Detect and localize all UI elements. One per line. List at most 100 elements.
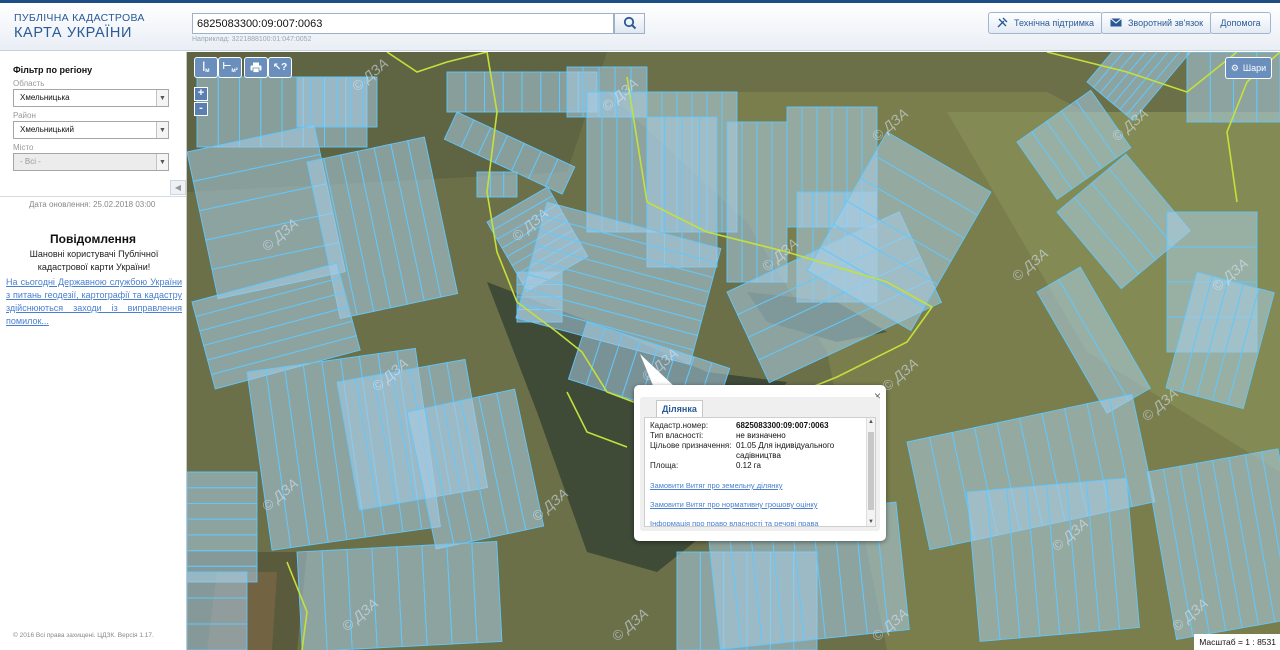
parcel[interactable]: [586, 91, 603, 233]
search-hint: Наприклад: 3221888100:01:047:0052: [192, 36, 312, 43]
logo-line-1: ПУБЛІЧНА КАДАСТРОВА: [14, 12, 145, 24]
scrollbar-thumb[interactable]: [868, 432, 874, 510]
parcel[interactable]: [336, 76, 351, 128]
parcel[interactable]: [741, 121, 758, 283]
ruler-icon: |м: [202, 61, 210, 74]
parcel[interactable]: [187, 487, 258, 504]
parcel[interactable]: [187, 550, 258, 567]
parcel[interactable]: [187, 502, 258, 520]
parcel[interactable]: [446, 71, 467, 113]
chevron-left-icon: ◀: [174, 183, 182, 192]
printer-icon: [250, 62, 262, 73]
parcel[interactable]: [471, 541, 503, 644]
notice-link[interactable]: На сьогодні Державною службою України з …: [6, 276, 182, 328]
chevron-down-icon: ▼: [156, 154, 168, 170]
parcel[interactable]: [489, 171, 505, 198]
sidebar: Фільтр по регіону Область Хмельницька ▼ …: [0, 52, 187, 650]
parcel[interactable]: [503, 171, 518, 198]
detail-key: Цільове призначення:: [650, 441, 732, 450]
tab-parcel[interactable]: Ділянка: [656, 400, 703, 417]
order-extract-link[interactable]: Замовити Витяг про земельну ділянку: [650, 481, 783, 490]
pointer-help-icon: ↖?: [272, 62, 288, 73]
help-button[interactable]: Допомога: [1210, 12, 1271, 34]
search-button[interactable]: [614, 13, 645, 34]
parcel[interactable]: [465, 71, 485, 113]
app-logo[interactable]: ПУБЛІЧНА КАДАСТРОВА КАРТА УКРАЇНИ: [14, 13, 145, 40]
popup-body: Ділянка Кадастр.номер: 6825083300:09:007…: [640, 397, 880, 531]
chevron-down-icon[interactable]: ▼: [867, 519, 875, 525]
popup-scrollbar[interactable]: ▲ ▼: [866, 418, 875, 526]
parcel[interactable]: [616, 91, 633, 233]
tech-support-label: Технічна підтримка: [1014, 18, 1095, 28]
parcel[interactable]: [187, 571, 248, 599]
measure-line-button[interactable]: |м: [194, 57, 218, 78]
city-label: Місто: [13, 143, 34, 152]
detail-value: 6825083300:09:007:0063: [736, 421, 829, 430]
region-label: Область: [13, 79, 45, 88]
zoom-out-button[interactable]: -: [194, 102, 208, 116]
zoom-in-button[interactable]: +: [194, 87, 208, 101]
parcel-group[interactable]: [476, 171, 518, 198]
print-button[interactable]: [244, 57, 268, 78]
parcel[interactable]: [296, 76, 311, 128]
feedback-label: Зворотний зв'язок: [1128, 18, 1204, 28]
parcel[interactable]: [187, 534, 258, 552]
parcel[interactable]: [502, 71, 523, 113]
search-icon: [623, 16, 637, 30]
measure-area-button[interactable]: ⊢м²: [218, 57, 242, 78]
identify-button[interactable]: ↖?: [268, 57, 292, 78]
district-label: Район: [13, 111, 36, 120]
detail-value: 01.05 Для індивідуального садівництва: [736, 441, 835, 460]
detail-value: 0.12 га: [736, 461, 761, 470]
detail-key: Кадастр.номер:: [650, 421, 709, 430]
copyright: © 2016 Всі права захищені. ЦДЗК. Версія …: [13, 632, 154, 639]
district-select[interactable]: Хмельницький ▼: [13, 121, 169, 139]
parcel-info-popup: × Ділянка Кадастр.номер: 6825083300:09:0…: [634, 385, 886, 541]
filter-title: Фільтр по регіону: [13, 65, 93, 75]
layers-button[interactable]: ⚙ Шари: [1225, 57, 1272, 79]
region-select[interactable]: Хмельницька ▼: [13, 89, 169, 107]
parcel[interactable]: [676, 551, 701, 650]
region-filter-panel: Фільтр по регіону Область Хмельницька ▼ …: [0, 52, 186, 196]
layers-label: Шари: [1242, 63, 1267, 73]
parcel[interactable]: [540, 71, 560, 113]
parcel[interactable]: [631, 91, 648, 233]
parcel[interactable]: [1166, 211, 1258, 248]
parcel-group[interactable]: [187, 471, 258, 583]
parcel[interactable]: [187, 471, 258, 489]
parcel[interactable]: [187, 623, 248, 650]
parcel[interactable]: [323, 76, 338, 128]
collapse-sidebar-button[interactable]: ◀: [170, 180, 186, 195]
parcel[interactable]: [1186, 52, 1211, 123]
parcel[interactable]: [309, 76, 325, 128]
header: ПУБЛІЧНА КАДАСТРОВА КАРТА УКРАЇНИ Наприк…: [0, 3, 1280, 51]
parcel[interactable]: [239, 76, 262, 148]
parcel[interactable]: [726, 121, 743, 283]
parcel-group[interactable]: [966, 477, 1140, 642]
parcel[interactable]: [217, 76, 240, 148]
ownership-info-link[interactable]: Інформація про право власності та речові…: [650, 519, 819, 526]
parcel[interactable]: [187, 518, 258, 536]
parcel[interactable]: [521, 71, 542, 113]
feedback-button[interactable]: Зворотний зв'язок: [1101, 12, 1213, 34]
map-scale: Масштаб = 1 : 8531: [1194, 634, 1280, 650]
logo-line-2: КАРТА УКРАЇНИ: [14, 24, 132, 41]
app-root: ПУБЛІЧНА КАДАСТРОВА КАРТА УКРАЇНИ Наприк…: [0, 0, 1280, 650]
cadastral-search-input[interactable]: [192, 13, 614, 34]
city-select[interactable]: - Всі - ▼: [13, 153, 169, 171]
divider: [0, 196, 186, 197]
order-valuation-link[interactable]: Замовити Витяг про нормативну грошову оц…: [650, 500, 817, 509]
notice-text: Шановні користувачі Публічної кадастрово…: [29, 249, 159, 272]
detail-value: не визначено: [736, 431, 786, 440]
parcel-details: Кадастр.номер: 6825083300:09:007:0063 Ти…: [644, 417, 876, 527]
map-canvas[interactable]: © ДЗА© ДЗА© ДЗА © ДЗА© ДЗА © ДЗА© ДЗА © ДЗА…: [187, 52, 1280, 650]
parcel-group[interactable]: [296, 541, 503, 650]
region-select-value: Хмельницька: [20, 93, 70, 102]
map-view[interactable]: © ДЗА © ДЗА © ДЗА © ДЗА © ДЗА © ДЗА © ДЗА © ДЗА…: [187, 52, 1280, 650]
parcel[interactable]: [187, 597, 248, 625]
parcel-group[interactable]: [187, 571, 248, 650]
chevron-up-icon[interactable]: ▲: [867, 419, 875, 425]
chevron-down-icon: ▼: [156, 122, 168, 138]
tech-support-button[interactable]: Технічна підтримка: [988, 12, 1104, 34]
parcel[interactable]: [566, 66, 584, 118]
